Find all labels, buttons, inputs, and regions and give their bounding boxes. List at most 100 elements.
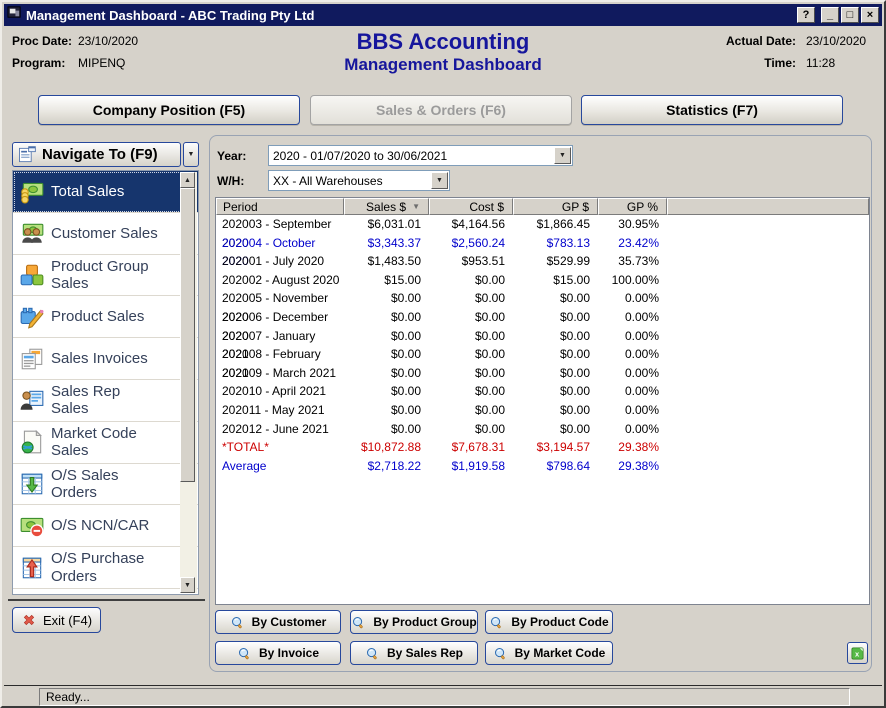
table-cell xyxy=(667,271,869,290)
table-cell: 0.00% xyxy=(598,401,667,420)
titlebar[interactable]: Management Dashboard - ABC Trading Pty L… xyxy=(4,4,882,26)
sidebar-item-product-group-sales[interactable]: Product Group Sales xyxy=(13,255,198,297)
statusbar: Ready... xyxy=(39,688,850,706)
close-button[interactable]: × xyxy=(861,7,879,23)
by-market-code-button[interactable]: By Market Code xyxy=(485,641,613,665)
tab-statistics[interactable]: Statistics (F7) xyxy=(581,95,843,125)
sidebar-item-os-ncn-car[interactable]: O/S NCN/CAR xyxy=(13,505,198,547)
navigate-dropdown-button[interactable]: ▼ xyxy=(183,142,199,167)
table-cell: $0.00 xyxy=(429,364,513,383)
scrollbar-thumb[interactable] xyxy=(180,188,195,482)
sidebar-item-sales-invoices[interactable]: Sales Invoices xyxy=(13,338,198,380)
year-select[interactable]: 2020 - 01/07/2020 to 30/06/2021 ▼ xyxy=(268,145,573,166)
sheet-down-icon xyxy=(16,471,48,497)
app-icon xyxy=(7,5,22,25)
table-cell: $0.00 xyxy=(429,271,513,290)
table-cell: $0.00 xyxy=(513,327,598,346)
table-cell xyxy=(667,215,869,234)
sidebar-item-label: Total Sales xyxy=(51,183,124,200)
sidebar-item-product-sales[interactable]: Product Sales xyxy=(13,296,198,338)
table-cell: 0.00% xyxy=(598,364,667,383)
sidebar-item-sales-rep-sales[interactable]: Sales Rep Sales xyxy=(13,380,198,422)
table-row[interactable]: 202010 - April 2021$0.00$0.00$0.000.00% xyxy=(216,382,869,401)
column-header-gp-pct[interactable]: GP % xyxy=(598,198,667,215)
table-cell: $6,031.01 xyxy=(344,215,429,234)
by-product-code-button[interactable]: By Product Code xyxy=(485,610,613,634)
table-row[interactable]: 202005 - November 2020$0.00$0.00$0.000.0… xyxy=(216,289,869,308)
table-cell: $2,718.22 xyxy=(344,457,429,476)
table-cell: $0.00 xyxy=(344,289,429,308)
chevron-down-icon[interactable]: ▼ xyxy=(431,172,448,189)
table-row[interactable]: *TOTAL*$10,872.88$7,678.31$3,194.5729.38… xyxy=(216,438,869,457)
minimize-button[interactable]: _ xyxy=(821,7,839,23)
by-customer-button[interactable]: By Customer xyxy=(215,610,341,634)
column-header-sales[interactable]: Sales $ ▼ xyxy=(344,198,429,215)
exit-button[interactable]: Exit (F4) xyxy=(12,607,101,633)
sidebar-item-market-code-sales[interactable]: Market Code Sales xyxy=(13,422,198,464)
customers-icon xyxy=(16,220,48,246)
table-row[interactable]: 202003 - September 2020$6,031.01$4,164.5… xyxy=(216,215,869,234)
excel-icon: x xyxy=(850,646,865,661)
sidebar-item-partial[interactable] xyxy=(13,589,198,595)
year-value: 2020 - 01/07/2020 to 30/06/2021 xyxy=(273,149,447,163)
money-minus-icon xyxy=(16,513,48,539)
warehouse-select[interactable]: XX - All Warehouses ▼ xyxy=(268,170,450,191)
table-cell xyxy=(667,457,869,476)
search-icon xyxy=(489,615,504,630)
sidebar-item-customer-sales[interactable]: Customer Sales xyxy=(13,213,198,255)
chevron-down-icon[interactable]: ▼ xyxy=(554,147,571,164)
sidebar-item-label: O/S Purchase Orders xyxy=(51,550,144,585)
table-cell: $0.00 xyxy=(513,345,598,364)
red-x-icon xyxy=(21,612,37,628)
table-row[interactable]: 202001 - July 2020$1,483.50$953.51$529.9… xyxy=(216,252,869,271)
navigate-to-button[interactable]: Navigate To (F9) xyxy=(12,142,181,167)
table-row[interactable]: 202009 - March 2021$0.00$0.00$0.000.00% xyxy=(216,364,869,383)
tab-sales-orders[interactable]: Sales & Orders (F6) xyxy=(310,95,572,125)
table-cell: 202011 - May 2021 xyxy=(216,401,344,420)
scroll-down-icon[interactable]: ▼ xyxy=(180,577,195,593)
table-cell: 0.00% xyxy=(598,308,667,327)
column-header-period[interactable]: Period xyxy=(216,198,344,215)
by-invoice-button[interactable]: By Invoice xyxy=(215,641,341,665)
sidebar-item-total-sales[interactable]: Total Sales xyxy=(13,171,198,213)
table-cell: $953.51 xyxy=(429,252,513,271)
table-cell xyxy=(667,382,869,401)
column-header-cost[interactable]: Cost $ xyxy=(429,198,513,215)
column-header-gp[interactable]: GP $ xyxy=(513,198,598,215)
table-row[interactable]: 202012 - June 2021$0.00$0.00$0.000.00% xyxy=(216,420,869,439)
sort-desc-icon: ▼ xyxy=(412,202,420,211)
sidebar-item-os-sales-orders[interactable]: O/S Sales Orders xyxy=(13,464,198,506)
scroll-up-icon[interactable]: ▲ xyxy=(180,172,195,188)
by-product-group-button[interactable]: By Product Group xyxy=(350,610,478,634)
by-sales-rep-button[interactable]: By Sales Rep xyxy=(350,641,478,665)
table-row[interactable]: 202002 - August 2020$15.00$0.00$15.00100… xyxy=(216,271,869,290)
table-row[interactable]: 202007 - January 2021$0.00$0.00$0.000.00… xyxy=(216,327,869,346)
table-cell xyxy=(667,252,869,271)
table-row[interactable]: 202008 - February 2021$0.00$0.00$0.000.0… xyxy=(216,345,869,364)
table-cell: $0.00 xyxy=(429,345,513,364)
actual-date-value: 23/10/2020 xyxy=(806,34,876,48)
help-button[interactable]: ? xyxy=(797,7,815,23)
maximize-button[interactable]: □ xyxy=(841,7,859,23)
sidebar-scrollbar[interactable]: ▲ ▼ xyxy=(180,172,197,593)
sidebar-item-label: Product Sales xyxy=(51,308,144,325)
table-cell: $0.00 xyxy=(513,364,598,383)
table-row[interactable]: 202011 - May 2021$0.00$0.00$0.000.00% xyxy=(216,401,869,420)
table-row[interactable]: 202006 - December 2020$0.00$0.00$0.000.0… xyxy=(216,308,869,327)
sidebar-item-os-purchase-orders[interactable]: O/S Purchase Orders xyxy=(13,547,198,589)
table-cell: 23.42% xyxy=(598,234,667,253)
window-title: Management Dashboard - ABC Trading Pty L… xyxy=(26,8,795,23)
table-row[interactable]: Average$2,718.22$1,919.58$798.6429.38% xyxy=(216,457,869,476)
table-cell: 202007 - January 2021 xyxy=(216,327,344,346)
export-excel-button[interactable]: x xyxy=(847,642,868,664)
sales-table: Period Sales $ ▼ Cost $ GP $ GP % 202003… xyxy=(215,197,870,605)
app-window: Management Dashboard - ABC Trading Pty L… xyxy=(0,0,886,708)
table-cell: *TOTAL* xyxy=(216,438,344,457)
sidebar-item-label: Sales Rep Sales xyxy=(51,383,120,418)
table-cell xyxy=(667,289,869,308)
table-cell: 202008 - February 2021 xyxy=(216,345,344,364)
table-cell: 0.00% xyxy=(598,327,667,346)
table-row[interactable]: 202004 - October 2020$3,343.37$2,560.24$… xyxy=(216,234,869,253)
tab-company-position[interactable]: Company Position (F5) xyxy=(38,95,300,125)
table-cell: $0.00 xyxy=(429,308,513,327)
